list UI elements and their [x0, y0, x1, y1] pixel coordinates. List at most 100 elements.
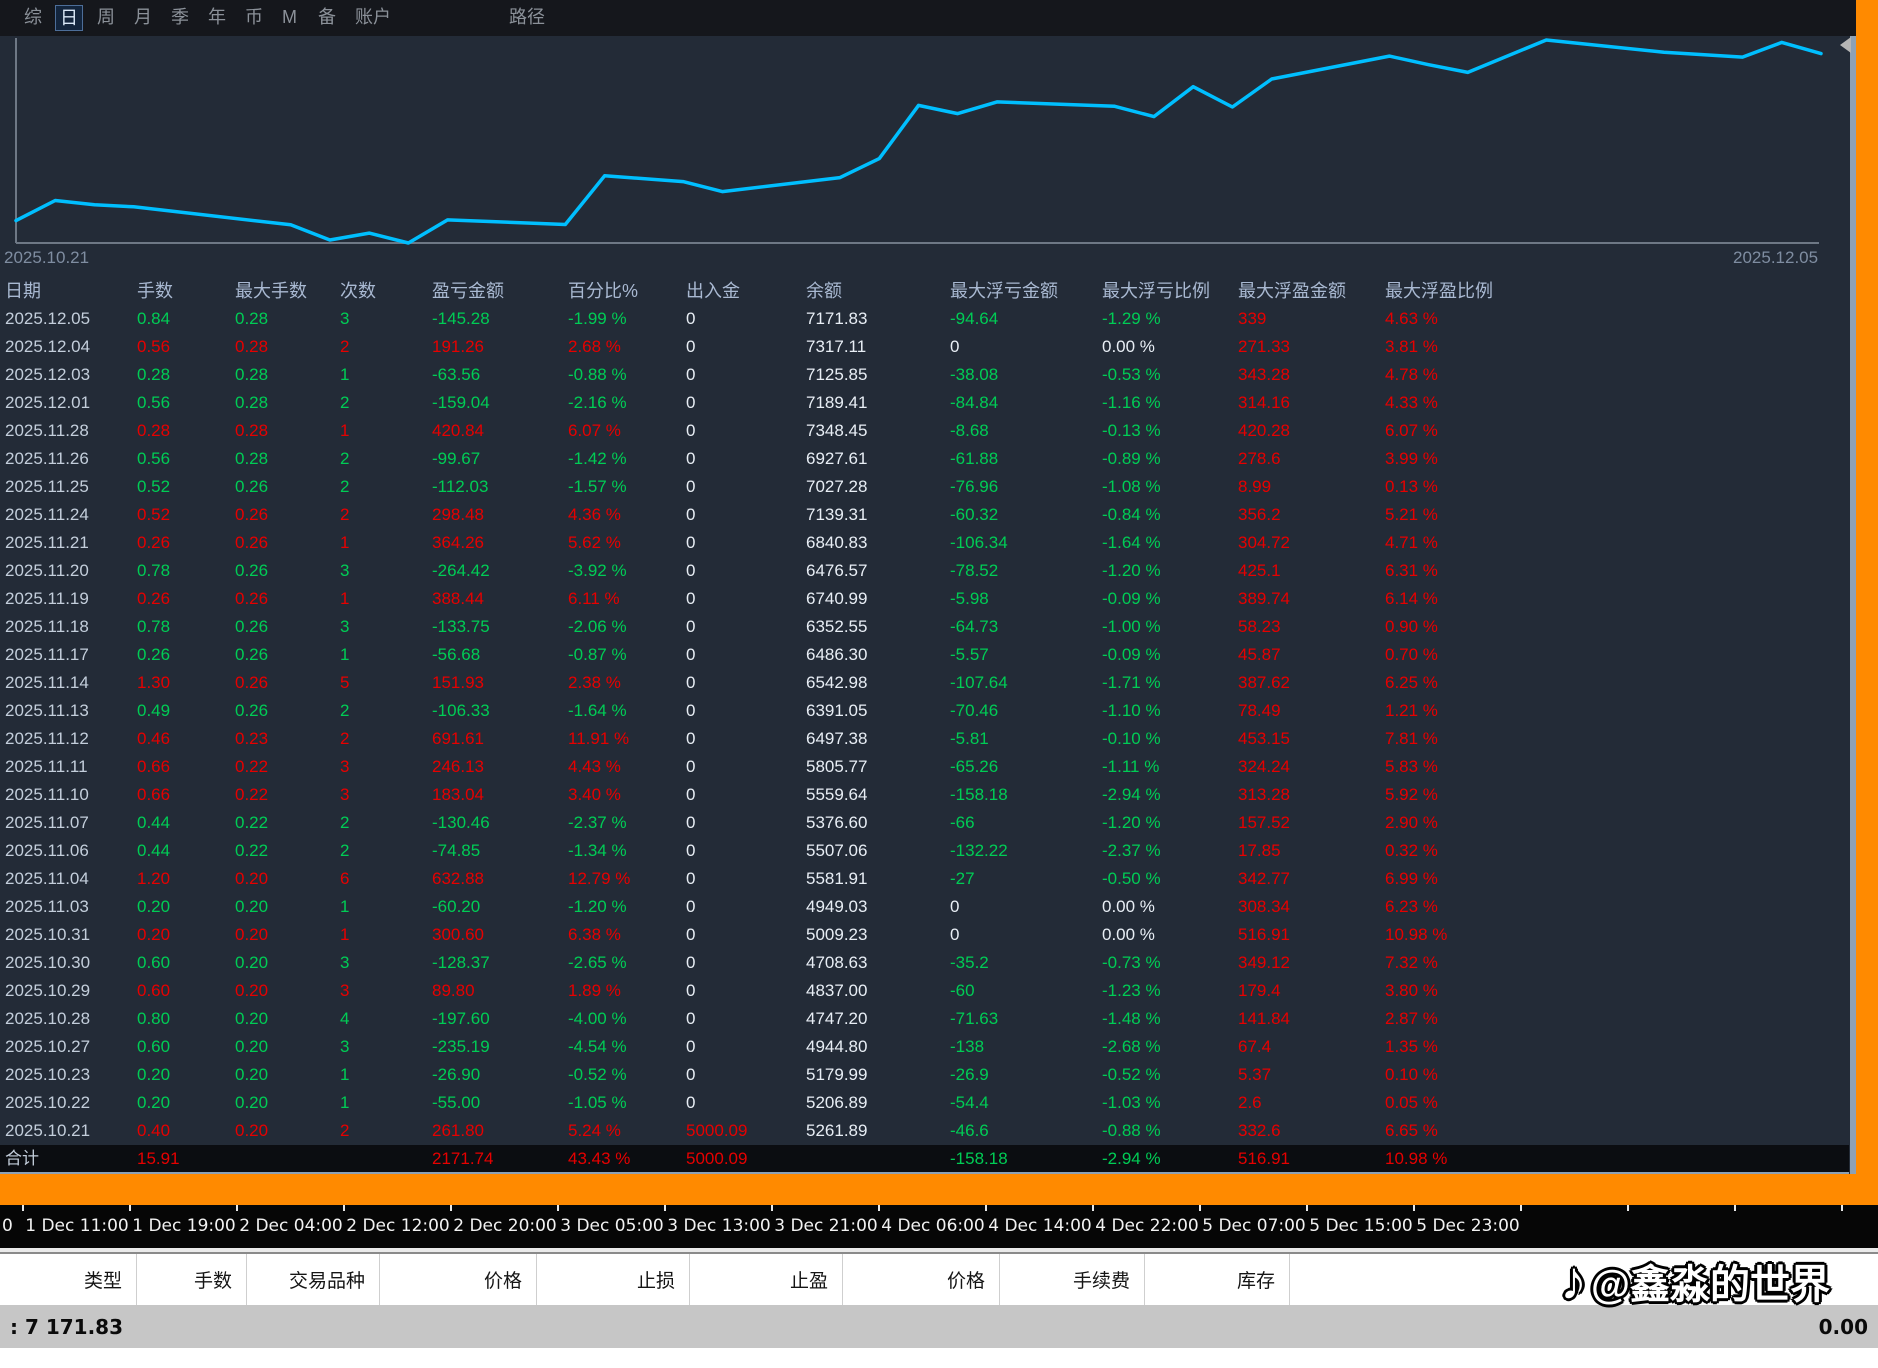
table-row[interactable]: 2025.12.040.560.282191.262.68 %07317.110… — [0, 333, 1849, 361]
cell-max-float-profit: 179.4 — [1238, 977, 1385, 1005]
cell-lots: 0.52 — [137, 473, 235, 501]
cell-lots: 0.20 — [137, 1089, 235, 1117]
cell-pnl: -128.37 — [432, 949, 568, 977]
cell-max-float-loss: -8.68 — [950, 417, 1102, 445]
table-row[interactable]: 2025.11.250.520.262-112.03-1.57 %07027.2… — [0, 473, 1849, 501]
cell-max-float-loss-pct: -1.11 % — [1102, 753, 1238, 781]
cell-max-lots: 0.26 — [235, 697, 340, 725]
table-row[interactable]: 2025.11.141.300.265151.932.38 %06542.98-… — [0, 669, 1849, 697]
menu-item-综[interactable]: 综 — [20, 5, 46, 31]
cell-pct: -2.65 % — [568, 949, 686, 977]
collapse-arrow-icon[interactable] — [1840, 37, 1851, 53]
cell-deposit: 0 — [686, 781, 806, 809]
cell-max-float-profit: 516.91 — [1238, 921, 1385, 949]
cell-max-float-loss: -94.64 — [950, 305, 1102, 333]
table-row[interactable]: 2025.10.280.800.204-197.60-4.00 %04747.2… — [0, 1005, 1849, 1033]
menu-item-日[interactable]: 日 — [55, 5, 83, 31]
table-row[interactable]: 2025.11.110.660.223246.134.43 %05805.77-… — [0, 753, 1849, 781]
table-row[interactable]: 2025.11.260.560.282-99.67-1.42 %06927.61… — [0, 445, 1849, 473]
cell-max-float-loss-pct: -0.52 % — [1102, 1061, 1238, 1089]
cell-lots: 0.46 — [137, 725, 235, 753]
menu-item-年[interactable]: 年 — [204, 5, 230, 31]
cell-pnl: -74.85 — [432, 837, 568, 865]
vertical-scrollbar[interactable] — [1856, 0, 1878, 1174]
menu-item-M[interactable]: M — [278, 5, 301, 31]
cell-balance: 6486.30 — [806, 641, 950, 669]
cell-date: 2025.10.29 — [5, 977, 137, 1005]
cell-max-lots: 0.28 — [235, 389, 340, 417]
cell-trades: 3 — [340, 1033, 432, 1061]
cell-lots: 0.44 — [137, 837, 235, 865]
cell-max-lots: 0.20 — [235, 921, 340, 949]
cell-max-lots: 0.20 — [235, 865, 340, 893]
table-row[interactable]: 2025.10.210.400.202261.805.24 %5000.0952… — [0, 1117, 1849, 1145]
cell-max-float-profit: 308.34 — [1238, 893, 1385, 921]
menu-item-账户[interactable]: 账户 — [351, 5, 395, 31]
table-row[interactable]: 2025.10.220.200.201-55.00-1.05 %05206.89… — [0, 1089, 1849, 1117]
cell-date: 2025.11.07 — [5, 809, 137, 837]
table-row[interactable]: 2025.11.190.260.261388.446.11 %06740.99-… — [0, 585, 1849, 613]
table-row[interactable]: 2025.11.170.260.261-56.68-0.87 %06486.30… — [0, 641, 1849, 669]
total-balance — [806, 1145, 950, 1172]
cell-trades: 3 — [340, 305, 432, 333]
table-row[interactable]: 2025.11.100.660.223183.043.40 %05559.64-… — [0, 781, 1849, 809]
table-row[interactable]: 2025.11.030.200.201-60.20-1.20 %04949.03… — [0, 893, 1849, 921]
cell-date: 2025.12.01 — [5, 389, 137, 417]
table-row[interactable]: 2025.11.180.780.263-133.75-2.06 %06352.5… — [0, 613, 1849, 641]
table-row[interactable]: 2025.11.210.260.261364.265.62 %06840.83-… — [0, 529, 1849, 557]
table-row[interactable]: 2025.11.200.780.263-264.42-3.92 %06476.5… — [0, 557, 1849, 585]
cell-date: 2025.10.31 — [5, 921, 137, 949]
table-row[interactable]: 2025.10.290.600.20389.801.89 %04837.00-6… — [0, 977, 1849, 1005]
table-row[interactable]: 2025.11.041.200.206632.8812.79 %05581.91… — [0, 865, 1849, 893]
table-row[interactable]: 2025.10.230.200.201-26.90-0.52 %05179.99… — [0, 1061, 1849, 1089]
menu-item-月[interactable]: 月 — [130, 5, 156, 31]
axis-tick — [1520, 1205, 1522, 1211]
table-row[interactable]: 2025.11.130.490.262-106.33-1.64 %06391.0… — [0, 697, 1849, 725]
cell-pnl: -26.90 — [432, 1061, 568, 1089]
total-lots: 15.91 — [137, 1145, 235, 1172]
cell-date: 2025.11.12 — [5, 725, 137, 753]
cell-pnl: 191.26 — [432, 333, 568, 361]
table-row[interactable]: 2025.12.010.560.282-159.04-2.16 %07189.4… — [0, 389, 1849, 417]
cell-pct: 6.38 % — [568, 921, 686, 949]
cell-pct: -1.34 % — [568, 837, 686, 865]
cell-balance: 7171.83 — [806, 305, 950, 333]
cell-deposit: 0 — [686, 809, 806, 837]
cell-balance: 5206.89 — [806, 1089, 950, 1117]
cell-lots: 0.60 — [137, 1033, 235, 1061]
menu-item-备[interactable]: 备 — [314, 5, 340, 31]
cell-pct: -4.54 % — [568, 1033, 686, 1061]
table-row[interactable]: 2025.10.270.600.203-235.19-4.54 %04944.8… — [0, 1033, 1849, 1061]
cell-lots: 0.56 — [137, 445, 235, 473]
cell-max-lots: 0.22 — [235, 753, 340, 781]
cell-max-float-profit-pct: 10.98 % — [1385, 921, 1849, 949]
positions-column-9: 库存 — [1145, 1254, 1290, 1305]
table-row[interactable]: 2025.11.070.440.222-130.46-2.37 %05376.6… — [0, 809, 1849, 837]
watermark-handle: @鑫淼的世界 — [1591, 1252, 1830, 1310]
cell-balance: 7317.11 — [806, 333, 950, 361]
cell-pct: -2.37 % — [568, 809, 686, 837]
menu-item-周[interactable]: 周 — [93, 5, 119, 31]
equity-chart — [0, 36, 1856, 248]
cell-max-float-loss: -70.46 — [950, 697, 1102, 725]
table-row[interactable]: 2025.11.280.280.281420.846.07 %07348.45-… — [0, 417, 1849, 445]
table-row[interactable]: 2025.10.300.600.203-128.37-2.65 %04708.6… — [0, 949, 1849, 977]
table-row[interactable]: 2025.11.120.460.232691.6111.91 %06497.38… — [0, 725, 1849, 753]
table-row[interactable]: 2025.11.060.440.222-74.85-1.34 %05507.06… — [0, 837, 1849, 865]
table-row[interactable]: 2025.10.310.200.201300.606.38 %05009.230… — [0, 921, 1849, 949]
cell-balance: 6391.05 — [806, 697, 950, 725]
axis-tick — [1627, 1205, 1629, 1211]
menu-item-季[interactable]: 季 — [167, 5, 193, 31]
table-row[interactable]: 2025.11.240.520.262298.484.36 %07139.31-… — [0, 501, 1849, 529]
cell-pct: -1.42 % — [568, 445, 686, 473]
table-row[interactable]: 2025.12.030.280.281-63.56-0.88 %07125.85… — [0, 361, 1849, 389]
menu-item-路径[interactable]: 路径 — [505, 5, 549, 31]
cell-date: 2025.11.18 — [5, 613, 137, 641]
cell-max-float-loss: -61.88 — [950, 445, 1102, 473]
cell-balance: 7139.31 — [806, 501, 950, 529]
cell-pnl: 183.04 — [432, 781, 568, 809]
axis-tick — [1734, 1205, 1736, 1211]
table-row[interactable]: 2025.12.050.840.283-145.28-1.99 %07171.8… — [0, 305, 1849, 333]
time-label: 4 Dec 14:00 — [988, 1216, 1092, 1236]
menu-item-币[interactable]: 币 — [241, 5, 267, 31]
